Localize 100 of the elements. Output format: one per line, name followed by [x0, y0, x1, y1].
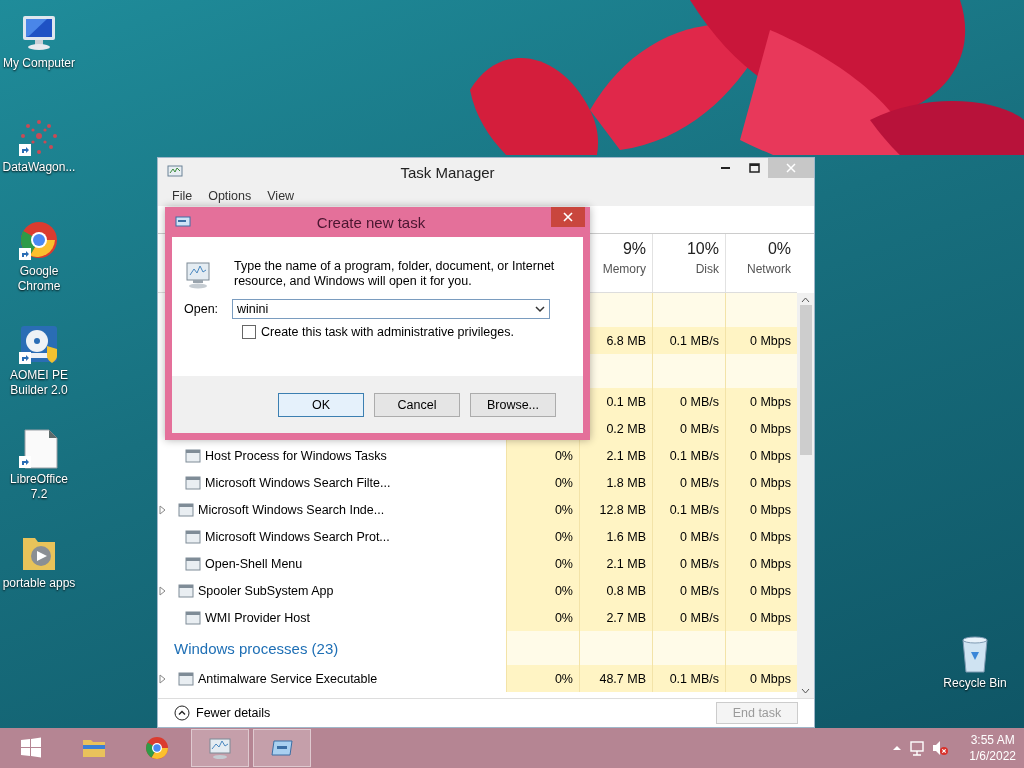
- checkbox[interactable]: [242, 325, 256, 339]
- process-icon: [178, 501, 194, 518]
- table-cell: 0 MB/s: [652, 577, 725, 604]
- process-name: Antimalware Service Executable: [198, 671, 378, 686]
- dialog-button[interactable]: Browse...: [470, 392, 556, 417]
- table-cell: 0 Mbps: [725, 577, 797, 604]
- table-cell: 0%: [506, 469, 579, 496]
- icon-label[interactable]: Recycle Bin: [943, 676, 1007, 691]
- menu-item[interactable]: Options: [200, 189, 260, 203]
- scroll-up-icon[interactable]: [801, 297, 810, 303]
- menu-item[interactable]: File: [164, 189, 201, 203]
- table-cell: 0.1 MB/s: [652, 665, 725, 692]
- table-cell: [725, 293, 797, 327]
- table-cell: 0.8 MB: [579, 577, 652, 604]
- close-button[interactable]: [551, 207, 585, 227]
- table-cell: 1.6 MB: [579, 523, 652, 550]
- maximize-icon: [748, 163, 760, 173]
- expand-arrow-icon[interactable]: [158, 585, 167, 596]
- table-cell: 0 Mbps: [725, 388, 797, 415]
- table-cell: 0%: [506, 442, 579, 469]
- dialog-button[interactable]: Cancel: [374, 392, 460, 417]
- table-cell: 0%: [506, 496, 579, 523]
- table-cell: 2.1 MB: [579, 550, 652, 577]
- icon-label[interactable]: Google Chrome: [1, 264, 77, 294]
- table-cell: 0 Mbps: [725, 604, 797, 631]
- process-icon: [178, 582, 194, 599]
- column-usage: 10%: [686, 240, 719, 258]
- dropdown-caret-icon[interactable]: [535, 305, 546, 313]
- window-title: Task Manager: [399, 163, 496, 181]
- process-name: Microsoft Windows Search Inde...: [198, 502, 385, 517]
- column-header[interactable]: Disk: [695, 262, 719, 276]
- table-cell: [725, 631, 797, 665]
- table-cell: 0 Mbps: [725, 550, 797, 577]
- fewer-details-button[interactable]: Fewer details: [174, 705, 271, 721]
- menu-item[interactable]: View: [259, 189, 303, 203]
- table-cell: 2.1 MB: [579, 442, 652, 469]
- collapse-icon: [174, 705, 190, 721]
- table-cell: 0 MB/s: [652, 388, 725, 415]
- table-cell: 48.7 MB: [579, 665, 652, 692]
- process-name: WMI Provider Host: [205, 610, 310, 625]
- dialog-button[interactable]: OK: [278, 392, 364, 417]
- column-header[interactable]: Network: [747, 262, 791, 276]
- table-cell: 0%: [506, 577, 579, 604]
- column-usage: 9%: [622, 240, 646, 258]
- process-icon: [178, 670, 194, 687]
- taskbar-button[interactable]: [191, 729, 249, 767]
- icon-label[interactable]: AOMEI PE Builder 2.0: [1, 368, 77, 398]
- table-cell: 0 MB/s: [652, 469, 725, 496]
- table-cell: 0 Mbps: [725, 327, 797, 354]
- table-cell: 12.8 MB: [579, 496, 652, 523]
- process-name: Host Process for Windows Tasks: [205, 448, 387, 463]
- checkbox-label[interactable]: Create this task with administrative privileges.: [261, 325, 514, 339]
- speaker-icon[interactable]: [932, 740, 950, 756]
- scroll-down-icon[interactable]: [801, 688, 810, 694]
- table-cell: 0%: [506, 665, 579, 692]
- table-cell: 1.8 MB: [579, 469, 652, 496]
- run-icon: [175, 214, 191, 230]
- table-cell: 0 Mbps: [725, 665, 797, 692]
- table-cell: 0 MB/s: [652, 523, 725, 550]
- table-cell: 0 Mbps: [725, 415, 797, 442]
- table-cell: 0 Mbps: [725, 496, 797, 523]
- close-icon: [786, 163, 796, 173]
- column-usage: 0%: [767, 240, 791, 258]
- process-name: Spooler SubSystem App: [198, 583, 334, 598]
- icon-label[interactable]: My Computer: [3, 56, 75, 71]
- table-cell: 2.7 MB: [579, 604, 652, 631]
- table-cell: 0%: [506, 550, 579, 577]
- network-icon[interactable]: [910, 740, 925, 756]
- column-header[interactable]: Memory: [602, 262, 646, 276]
- show-hidden-icons-icon[interactable]: [892, 744, 903, 752]
- expand-arrow-icon[interactable]: [158, 673, 167, 684]
- table-cell: 0.1 MB/s: [652, 496, 725, 523]
- group-header: Windows processes (23): [174, 639, 339, 657]
- table-cell: 0.1 MB/s: [652, 442, 725, 469]
- scrollbar[interactable]: [797, 293, 814, 698]
- process-name: Microsoft Windows Search Filte...: [205, 475, 391, 490]
- taskbar-button[interactable]: [253, 729, 311, 767]
- expand-arrow-icon[interactable]: [158, 504, 167, 515]
- browser-icon: [145, 736, 169, 760]
- close-icon: [563, 212, 573, 222]
- table-cell: [725, 354, 797, 388]
- open-field[interactable]: winini: [232, 299, 551, 319]
- icon-label[interactable]: portable apps: [2, 576, 76, 591]
- table-cell: 0%: [506, 604, 579, 631]
- windows-logo-icon: [19, 736, 43, 760]
- scrollbar-thumb[interactable]: [799, 305, 812, 455]
- icon-label[interactable]: DataWagon...: [2, 160, 76, 175]
- field-label: Open:: [184, 302, 219, 316]
- table-cell: 0%: [506, 523, 579, 550]
- monitor-icon: [208, 736, 232, 760]
- table-cell: 0 MB/s: [652, 415, 725, 442]
- dialog-message: Type the name of a program, folder, document, or Internet resource, and Windows will open it for you.: [234, 259, 556, 289]
- table-cell: 0 MB/s: [652, 604, 725, 631]
- task-manager-icon: [167, 164, 183, 180]
- process-name: Open-Shell Menu: [205, 556, 303, 571]
- table-cell: 0 MB/s: [652, 550, 725, 577]
- icon-label[interactable]: LibreOffice 7.2: [1, 472, 77, 502]
- dialog-title: Create new task: [315, 213, 427, 231]
- table-cell: 0 Mbps: [725, 469, 797, 496]
- table-cell: 0 Mbps: [725, 442, 797, 469]
